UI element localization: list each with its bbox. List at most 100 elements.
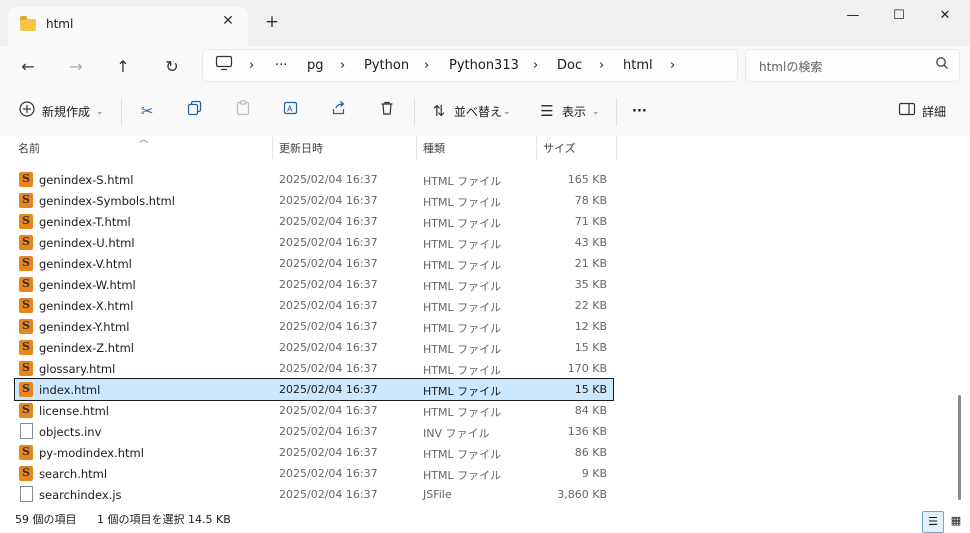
file-icon <box>20 423 33 439</box>
breadcrumb-html[interactable]: html <box>623 58 653 73</box>
html-file-icon <box>19 466 33 481</box>
file-name: genindex-U.html <box>39 236 135 250</box>
file-row[interactable]: genindex-T.html 2025/02/04 16:37 HTML ファイル… <box>15 211 613 232</box>
file-date: 2025/02/04 16:37 <box>279 194 378 207</box>
chevron-icon[interactable]: › <box>599 58 604 73</box>
html-file-icon <box>19 298 33 313</box>
file-row[interactable]: genindex-W.html 2025/02/04 16:37 HTML ファイル… <box>15 274 613 295</box>
html-file-icon <box>19 172 33 187</box>
maximize-button[interactable]: ☐ <box>876 5 922 27</box>
file-row[interactable]: genindex-Z.html 2025/02/04 16:37 HTML ファイル… <box>15 337 613 358</box>
up-icon[interactable]: ↑ <box>111 55 135 79</box>
file-name: objects.inv <box>39 425 102 439</box>
view-button[interactable]: 表示 <box>562 102 586 122</box>
file-type: HTML ファイル <box>423 217 502 230</box>
file-name: searchindex.js <box>39 488 122 502</box>
file-type: HTML ファイル <box>423 280 502 293</box>
file-row[interactable]: py-modindex.html 2025/02/04 16:37 HTML ファイ… <box>15 442 613 463</box>
chevron-icon[interactable]: › <box>424 58 429 73</box>
file-name: genindex-S.html <box>39 173 134 187</box>
chevron-icon[interactable]: › <box>340 58 345 73</box>
breadcrumb-python313[interactable]: Python313 <box>449 58 519 73</box>
file-row[interactable]: genindex-Y.html 2025/02/04 16:37 HTML ファイル… <box>15 316 613 337</box>
column-divider[interactable] <box>416 136 417 160</box>
new-tab-button[interactable]: + <box>262 12 282 32</box>
file-type: HTML ファイル <box>423 406 502 419</box>
search-box[interactable]: htmlの検索 <box>745 49 960 82</box>
details-button[interactable]: 詳細 <box>922 102 946 122</box>
toolbar-divider <box>616 98 617 126</box>
file-date: 2025/02/04 16:37 <box>279 236 378 249</box>
file-row[interactable]: search.html 2025/02/04 16:37 HTML ファイル 9 KB <box>15 463 613 484</box>
html-file-icon <box>19 319 33 334</box>
cut-icon[interactable]: ✂ <box>136 100 158 122</box>
forward-icon[interactable]: → <box>64 55 88 79</box>
minimize-button[interactable]: — <box>830 5 876 27</box>
delete-icon[interactable] <box>376 100 398 122</box>
toolbar-divider <box>121 98 122 126</box>
title-bar: html ✕ + — ☐ ✕ <box>0 0 970 46</box>
file-row[interactable]: genindex-Symbols.html 2025/02/04 16:37 HTM… <box>15 190 613 211</box>
paste-icon[interactable] <box>232 100 254 122</box>
file-row[interactable]: license.html 2025/02/04 16:37 HTML ファイル 84 … <box>15 400 613 421</box>
column-divider[interactable] <box>536 136 537 160</box>
sort-icon: ⇅ <box>432 102 446 120</box>
file-date: 2025/02/04 16:37 <box>279 362 378 375</box>
file-name: license.html <box>39 404 109 418</box>
file-row[interactable]: objects.inv 2025/02/04 16:37 INV ファイル 136 K… <box>15 421 613 442</box>
column-header-type[interactable]: 種類 <box>423 140 445 156</box>
file-name: genindex-X.html <box>39 299 134 313</box>
file-row[interactable]: index.html 2025/02/04 16:37 HTML ファイル 15 KB <box>14 378 614 401</box>
file-row[interactable]: glossary.html 2025/02/04 16:37 HTML ファイル 17… <box>15 358 613 379</box>
file-name: genindex-V.html <box>39 257 132 271</box>
copy-icon[interactable] <box>184 100 206 122</box>
address-bar[interactable]: › ··· pg › Python › Python313 › Doc › ht… <box>202 49 738 82</box>
breadcrumb-overflow[interactable]: ··· <box>275 58 287 73</box>
column-divider[interactable] <box>272 136 273 160</box>
file-type: HTML ファイル <box>423 364 502 377</box>
file-row[interactable]: genindex-V.html 2025/02/04 16:37 HTML ファイル… <box>15 253 613 274</box>
vertical-scrollbar[interactable] <box>958 395 961 500</box>
file-row[interactable]: genindex-X.html 2025/02/04 16:37 HTML ファイル… <box>15 295 613 316</box>
html-file-icon <box>19 340 33 355</box>
html-file-icon <box>19 445 33 460</box>
back-icon[interactable]: ← <box>16 55 40 79</box>
refresh-icon[interactable]: ↻ <box>160 55 184 79</box>
file-size: 15 KB <box>574 383 607 396</box>
file-type: HTML ファイル <box>423 448 502 461</box>
breadcrumb-python[interactable]: Python <box>364 58 409 73</box>
chevron-icon[interactable]: › <box>670 58 675 73</box>
chevron-icon[interactable]: › <box>533 58 538 73</box>
more-options-button[interactable]: ··· <box>632 102 647 122</box>
sort-ascending-icon: ︿ <box>139 136 149 145</box>
file-date: 2025/02/04 16:37 <box>279 488 378 501</box>
breadcrumb-pg[interactable]: pg <box>307 58 324 73</box>
file-row[interactable]: searchindex.js 2025/02/04 16:37 JSFile 3,86… <box>15 484 613 505</box>
file-row[interactable]: genindex-S.html 2025/02/04 16:37 HTML ファイル… <box>15 169 613 190</box>
column-divider[interactable] <box>616 136 617 160</box>
close-window-button[interactable]: ✕ <box>922 5 968 27</box>
tiles-view-icon[interactable]: ▦ <box>946 511 966 531</box>
tab-html[interactable]: html ✕ <box>8 7 248 46</box>
share-icon[interactable] <box>328 100 350 122</box>
html-file-icon <box>19 361 33 376</box>
column-header-size[interactable]: サイズ <box>543 140 576 156</box>
file-date: 2025/02/04 16:37 <box>279 320 378 333</box>
chevron-icon[interactable]: › <box>249 58 254 73</box>
file-type: HTML ファイル <box>423 343 502 356</box>
rename-icon[interactable]: A <box>280 100 302 122</box>
tab-close-button[interactable]: ✕ <box>218 13 238 29</box>
file-type: HTML ファイル <box>423 238 502 251</box>
sort-button[interactable]: 並べ替え <box>454 102 502 122</box>
file-date: 2025/02/04 16:37 <box>279 215 378 228</box>
search-input[interactable]: htmlの検索 <box>759 58 822 75</box>
tab-title: html <box>46 17 74 31</box>
new-button[interactable]: 新規作成 <box>42 102 90 122</box>
column-header-date[interactable]: 更新日時 <box>279 140 323 156</box>
breadcrumb-doc[interactable]: Doc <box>557 58 582 73</box>
column-header-name[interactable]: 名前 <box>18 140 40 156</box>
file-type: HTML ファイル <box>423 196 502 209</box>
file-name: genindex-Symbols.html <box>39 194 175 208</box>
file-row[interactable]: genindex-U.html 2025/02/04 16:37 HTML ファイル… <box>15 232 613 253</box>
file-type: HTML ファイル <box>423 259 502 272</box>
